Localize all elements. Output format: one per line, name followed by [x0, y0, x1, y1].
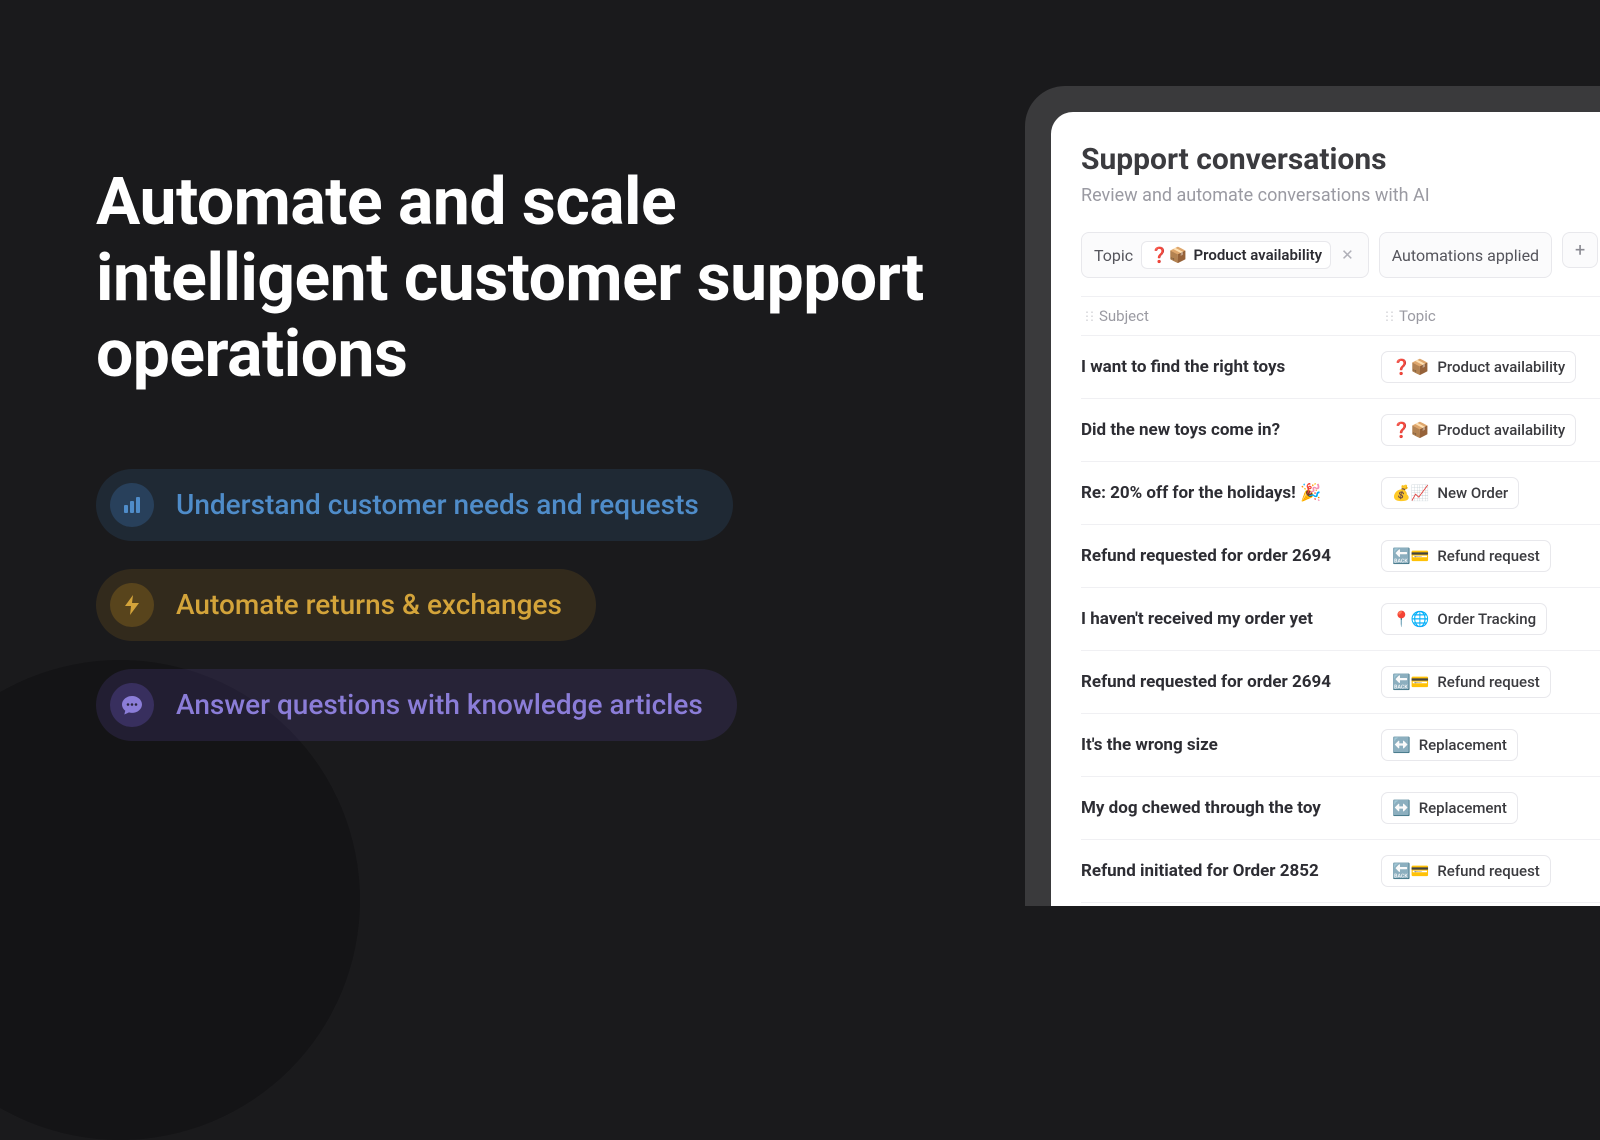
table-row[interactable]: Refund requested for order 2694 🔙💳 Refund …	[1081, 525, 1600, 588]
row-topic-cell: 🔙💳 Refund request	[1381, 666, 1600, 698]
topic-emoji: ❓📦	[1392, 421, 1429, 439]
topic-emoji: ↔️	[1392, 736, 1411, 754]
pill-automate-returns[interactable]: Automate returns & exchanges	[96, 569, 596, 641]
feature-pills: Understand customer needs and requests A…	[96, 469, 936, 741]
conversations-table: Subject Topic I want to find the right t…	[1081, 296, 1600, 903]
panel-subtitle: Review and automate conversations with A…	[1081, 185, 1600, 206]
row-topic-cell: ↔️ Replacement	[1381, 729, 1600, 761]
row-topic-cell: ↔️ Replacement	[1381, 792, 1600, 824]
panel-title: Support conversations	[1081, 142, 1600, 177]
topic-tag[interactable]: 📍🌐 Order Tracking	[1381, 603, 1547, 635]
device-frame: Support conversations Review and automat…	[1025, 86, 1600, 906]
chat-icon	[110, 683, 154, 727]
add-filter-button[interactable]: +	[1562, 232, 1598, 268]
topic-tag[interactable]: 🔙💳 Refund request	[1381, 666, 1551, 698]
topic-tag[interactable]: ↔️ Replacement	[1381, 729, 1518, 761]
hero-title: Automate and scale intelligent customer …	[96, 165, 936, 393]
table-row[interactable]: Refund requested for order 2694 🔙💳 Refund …	[1081, 651, 1600, 714]
topic-label: Product availability	[1437, 358, 1565, 376]
row-topic-cell: 🔙💳 Refund request	[1381, 540, 1600, 572]
topic-label: Product availability	[1437, 421, 1565, 439]
table-row[interactable]: It's the wrong size ↔️ Replacement	[1081, 714, 1600, 777]
app-screen: Support conversations Review and automat…	[1051, 112, 1600, 906]
row-topic-cell: 📍🌐 Order Tracking	[1381, 603, 1600, 635]
topic-emoji: ↔️	[1392, 799, 1411, 817]
column-header-subject[interactable]: Subject	[1081, 297, 1381, 335]
hero-section: Automate and scale intelligent customer …	[96, 165, 936, 741]
pill-understand-needs[interactable]: Understand customer needs and requests	[96, 469, 733, 541]
topic-label: Refund request	[1437, 547, 1539, 565]
table-row[interactable]: I haven't received my order yet 📍🌐 Order T…	[1081, 588, 1600, 651]
row-topic-cell: 🔙💳 Refund request	[1381, 855, 1600, 887]
drag-handle-icon	[1081, 309, 1091, 323]
pill-label: Understand customer needs and requests	[176, 488, 699, 521]
filter-bar: Topic ❓📦 Product availability ✕ Automati…	[1081, 232, 1600, 278]
row-subject: My dog chewed through the toy	[1081, 798, 1381, 818]
table-row[interactable]: Refund initiated for Order 2852 🔙💳 Refund …	[1081, 840, 1600, 903]
row-subject: I want to find the right toys	[1081, 357, 1381, 377]
column-header-topic[interactable]: Topic	[1381, 297, 1600, 335]
table-row[interactable]: Re: 20% off for the holidays! 🎉 💰📈 New Ord…	[1081, 462, 1600, 525]
filter-label: Automations applied	[1392, 246, 1539, 265]
filter-automations[interactable]: Automations applied	[1379, 232, 1552, 278]
row-subject: Refund requested for order 2694	[1081, 672, 1381, 692]
close-icon[interactable]: ✕	[1339, 246, 1356, 264]
topic-tag[interactable]: 🔙💳 Refund request	[1381, 540, 1551, 572]
drag-handle-icon	[1381, 309, 1391, 323]
topic-tag[interactable]: ❓📦 Product availability	[1381, 351, 1576, 383]
topic-emoji: ❓📦	[1392, 358, 1429, 376]
row-subject: It's the wrong size	[1081, 735, 1381, 755]
table-row[interactable]: My dog chewed through the toy ↔️ Replaceme…	[1081, 777, 1600, 840]
filter-topic-emoji: ❓📦	[1150, 246, 1187, 264]
row-topic-cell: ❓📦 Product availability	[1381, 351, 1600, 383]
topic-label: Order Tracking	[1437, 610, 1536, 628]
row-subject: Refund requested for order 2694	[1081, 546, 1381, 566]
filter-topic-tag: ❓📦 Product availability	[1141, 241, 1331, 269]
bar-chart-icon	[110, 483, 154, 527]
topic-tag[interactable]: 💰📈 New Order	[1381, 477, 1519, 509]
table-row[interactable]: I want to find the right toys ❓📦 Product a…	[1081, 336, 1600, 399]
row-topic-cell: ❓📦 Product availability	[1381, 414, 1600, 446]
topic-label: New Order	[1437, 484, 1508, 502]
pill-knowledge-articles[interactable]: Answer questions with knowledge articles	[96, 669, 737, 741]
lightning-icon	[110, 583, 154, 627]
filter-topic-value: Product availability	[1194, 246, 1323, 264]
topic-emoji: 🔙💳	[1392, 673, 1429, 691]
table-header: Subject Topic	[1081, 296, 1600, 336]
topic-emoji: 💰📈	[1392, 484, 1429, 502]
row-topic-cell: 💰📈 New Order	[1381, 477, 1600, 509]
topic-emoji: 🔙💳	[1392, 547, 1429, 565]
row-subject: Re: 20% off for the holidays! 🎉	[1081, 483, 1381, 503]
topic-label: Replacement	[1419, 736, 1507, 754]
topic-tag[interactable]: ↔️ Replacement	[1381, 792, 1518, 824]
row-subject: I haven't received my order yet	[1081, 609, 1381, 629]
table-row[interactable]: Did the new toys come in? ❓📦 Product avail…	[1081, 399, 1600, 462]
topic-label: Replacement	[1419, 799, 1507, 817]
pill-label: Answer questions with knowledge articles	[176, 688, 703, 721]
row-subject: Refund initiated for Order 2852	[1081, 861, 1381, 881]
topic-emoji: 📍🌐	[1392, 610, 1429, 628]
topic-tag[interactable]: ❓📦 Product availability	[1381, 414, 1576, 446]
row-subject: Did the new toys come in?	[1081, 420, 1381, 440]
topic-label: Refund request	[1437, 862, 1539, 880]
filter-topic[interactable]: Topic ❓📦 Product availability ✕	[1081, 232, 1369, 278]
filter-label: Topic	[1094, 246, 1133, 265]
topic-label: Refund request	[1437, 673, 1539, 691]
topic-emoji: 🔙💳	[1392, 862, 1429, 880]
pill-label: Automate returns & exchanges	[176, 588, 562, 621]
topic-tag[interactable]: 🔙💳 Refund request	[1381, 855, 1551, 887]
